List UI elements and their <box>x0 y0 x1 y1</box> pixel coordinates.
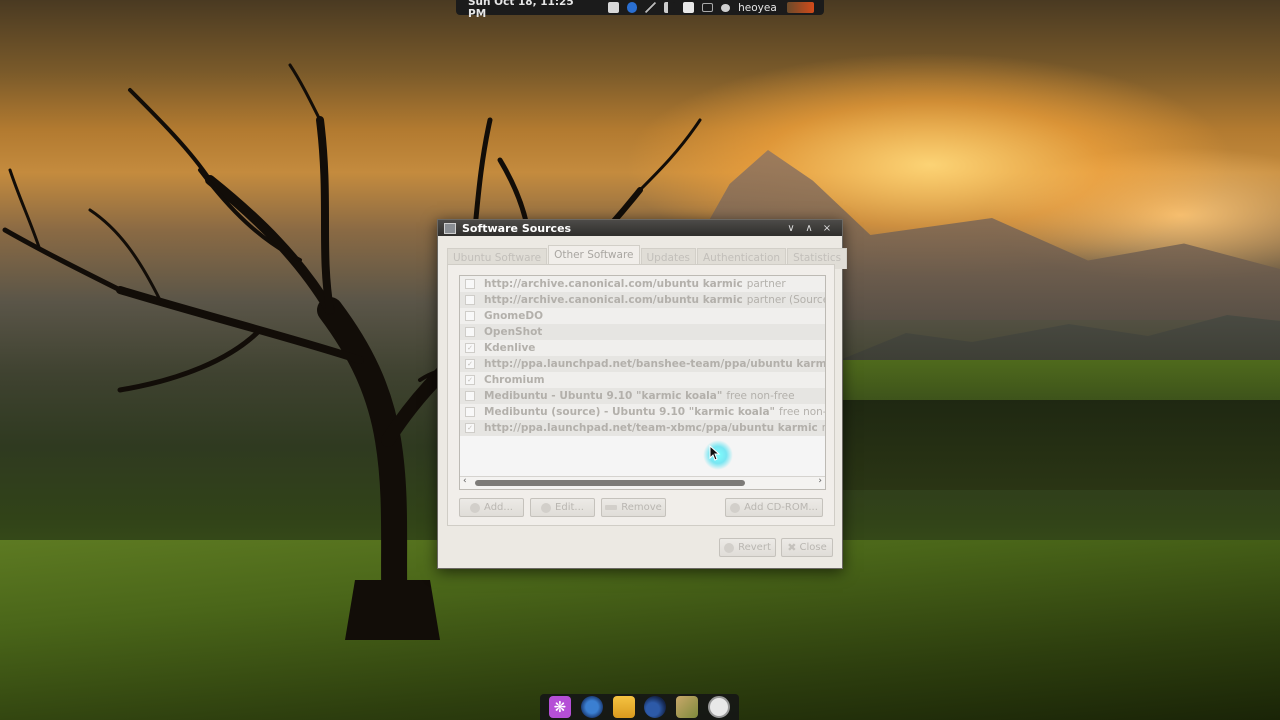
add-button-label: Add... <box>484 502 513 513</box>
source-name: GnomeDO <box>484 310 544 322</box>
mail-icon[interactable] <box>701 3 714 12</box>
scrollbar-thumb[interactable] <box>475 480 745 486</box>
volume-icon[interactable] <box>664 2 675 13</box>
source-checkbox[interactable] <box>465 327 475 337</box>
source-components: free non-fre <box>779 406 825 418</box>
source-row[interactable]: Medibuntu - Ubuntu 9.10 "karmic koala" fr… <box>460 388 825 404</box>
source-components: partner <box>746 278 786 290</box>
add-cdrom-button[interactable]: Add CD-ROM... <box>725 498 823 517</box>
source-row[interactable]: GnomeDO <box>460 308 825 324</box>
source-row[interactable]: ✓ http://ppa.launchpad.net/team-xbmc/ppa/… <box>460 420 825 436</box>
source-row[interactable]: http://archive.canonical.com/ubuntu karm… <box>460 292 825 308</box>
minimize-button[interactable]: ∨ <box>782 223 800 234</box>
media-icon[interactable] <box>644 696 667 718</box>
source-row[interactable]: ✓ http://ppa.launchpad.net/banshee-team/p… <box>460 356 825 372</box>
top-panel: Sun Oct 18, 11:25 PM heoyea <box>456 0 824 20</box>
clipboard-icon[interactable] <box>682 2 694 13</box>
browser-icon[interactable] <box>580 696 603 718</box>
revert-button-label: Revert <box>738 542 771 553</box>
app-launcher-icon[interactable]: ❋ <box>548 696 571 718</box>
source-components: partner (Source Co <box>746 294 825 306</box>
revert-icon <box>724 542 735 553</box>
window-titlebar[interactable]: Software Sources ∨ ∧ × <box>438 220 842 236</box>
archive-icon[interactable] <box>676 696 699 718</box>
notes-icon[interactable] <box>608 2 619 13</box>
source-checkbox[interactable] <box>465 391 475 401</box>
maximize-button[interactable]: ∧ <box>800 223 818 234</box>
clock-icon[interactable] <box>708 696 731 718</box>
horizontal-scrollbar[interactable]: ‹ › <box>460 476 825 489</box>
software-sources-window: Software Sources ∨ ∧ × Ubuntu Software O… <box>437 219 848 569</box>
close-button-label: Close <box>799 542 827 553</box>
mouse-cursor-icon <box>703 440 733 470</box>
source-name: http://archive.canonical.com/ubuntu karm… <box>484 294 743 306</box>
wallpaper-shadow <box>840 400 1280 490</box>
add-cdrom-button-label: Add CD-ROM... <box>744 502 818 513</box>
source-name: http://ppa.launchpad.net/team-xbmc/ppa/u… <box>484 422 818 434</box>
source-row[interactable]: ✓ Chromium <box>460 372 825 388</box>
source-row[interactable]: ✓ Kdenlive <box>460 340 825 356</box>
edit-icon <box>541 502 552 513</box>
source-components: free non-free <box>726 390 795 402</box>
source-name: OpenShot <box>484 326 543 338</box>
source-checkbox[interactable] <box>465 295 475 305</box>
network-icon[interactable] <box>645 2 657 13</box>
source-checkbox[interactable]: ✓ <box>465 359 475 369</box>
remove-button[interactable]: Remove <box>601 498 666 517</box>
source-checkbox[interactable]: ✓ <box>465 343 475 353</box>
source-checkbox[interactable]: ✓ <box>465 375 475 385</box>
other-software-pane: http://archive.canonical.com/ubuntu karm… <box>447 264 835 526</box>
session-icon[interactable] <box>786 2 815 13</box>
sources-list: http://archive.canonical.com/ubuntu karm… <box>459 275 826 490</box>
source-name: Medibuntu - Ubuntu 9.10 "karmic koala" <box>484 390 723 402</box>
scroll-right-icon[interactable]: › <box>818 476 822 486</box>
chat-icon[interactable] <box>721 3 731 12</box>
source-checkbox[interactable]: ✓ <box>465 423 475 433</box>
scroll-left-icon[interactable]: ‹ <box>463 476 467 486</box>
cdrom-icon <box>730 502 741 513</box>
window-icon <box>444 222 456 234</box>
source-name: http://archive.canonical.com/ubuntu karm… <box>484 278 743 290</box>
add-icon <box>470 502 481 513</box>
source-name: http://ppa.launchpad.net/banshee-team/pp… <box>484 358 825 370</box>
user-name[interactable]: heoyea <box>738 2 777 14</box>
close-window-button[interactable]: × <box>818 223 836 234</box>
tab-bar: Ubuntu Software Other Software Updates A… <box>447 245 848 269</box>
source-name: Chromium <box>484 374 545 386</box>
source-checkbox[interactable] <box>465 407 475 417</box>
source-checkbox[interactable] <box>465 311 475 321</box>
source-name: Kdenlive <box>484 342 536 354</box>
source-row[interactable]: Medibuntu (source) - Ubuntu 9.10 "karmic… <box>460 404 825 420</box>
clock[interactable]: Sun Oct 18, 11:25 PM <box>468 0 592 20</box>
source-name: Medibuntu (source) - Ubuntu 9.10 "karmic… <box>484 406 776 418</box>
source-checkbox[interactable] <box>465 279 475 289</box>
close-button[interactable]: ✖ Close <box>781 538 833 557</box>
hp-icon[interactable] <box>626 2 638 13</box>
source-components: ma <box>822 422 825 434</box>
files-icon[interactable] <box>612 696 635 718</box>
remove-icon <box>605 505 618 510</box>
source-row[interactable]: OpenShot <box>460 324 825 340</box>
close-icon: ✖ <box>787 541 797 554</box>
dock: ❋ <box>540 694 739 720</box>
edit-button[interactable]: Edit... <box>530 498 595 517</box>
add-button[interactable]: Add... <box>459 498 524 517</box>
revert-button[interactable]: Revert <box>719 538 776 557</box>
window-title: Software Sources <box>462 221 572 235</box>
edit-button-label: Edit... <box>555 502 584 513</box>
source-row[interactable]: http://archive.canonical.com/ubuntu karm… <box>460 276 825 292</box>
remove-button-label: Remove <box>621 502 662 513</box>
